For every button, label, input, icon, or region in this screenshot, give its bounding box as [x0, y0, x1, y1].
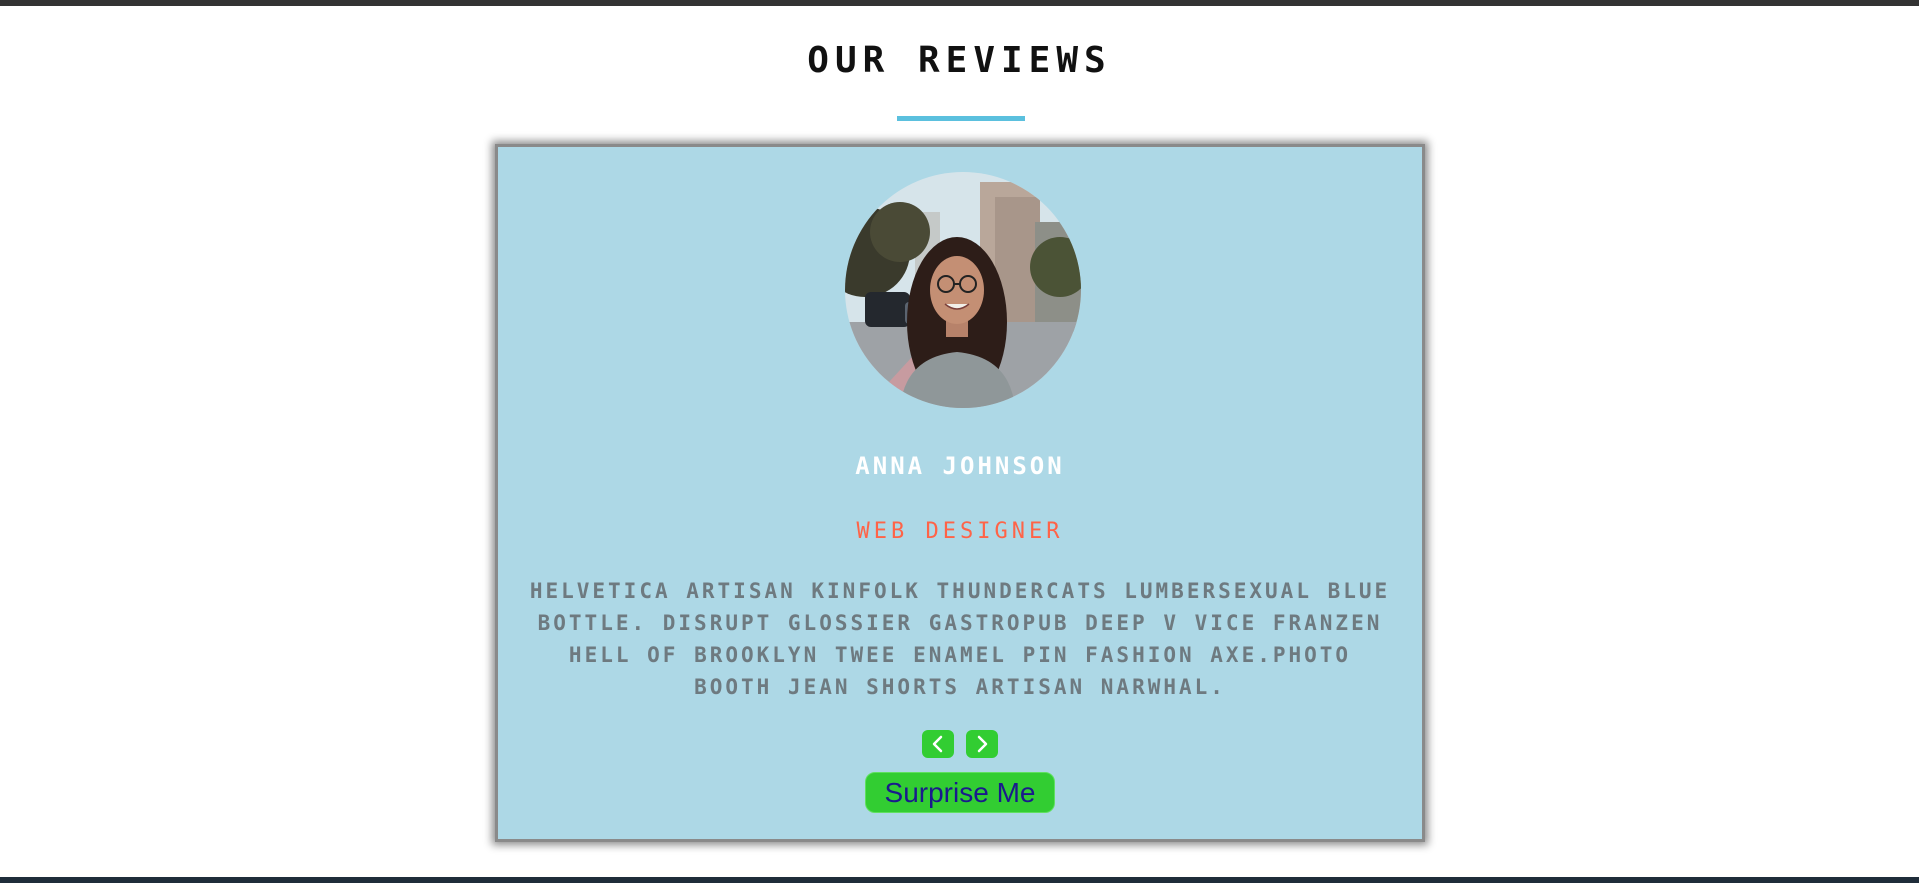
- chevron-right-icon: [977, 735, 988, 753]
- section-title: OUR REVIEWS: [807, 40, 1112, 81]
- review-text: HELVETICA ARTISAN KINFOLK THUNDERCATS LU…: [529, 579, 1391, 699]
- reviewer-role: WEB DESIGNER: [856, 519, 1064, 544]
- review-card: ANNA JOHNSON WEB DESIGNER HELVETICA ARTI…: [495, 144, 1425, 842]
- reviewer-name: ANNA JOHNSON: [855, 452, 1065, 480]
- chevron-left-icon: [932, 735, 943, 753]
- title-underline: [897, 116, 1025, 121]
- top-bar: [0, 0, 1919, 6]
- surprise-me-button[interactable]: Surprise Me: [865, 772, 1055, 813]
- review-nav: [498, 730, 1422, 758]
- avatar: [845, 172, 1081, 408]
- next-review-button[interactable]: [966, 730, 998, 758]
- prev-review-button[interactable]: [922, 730, 954, 758]
- bottom-bar: [0, 877, 1919, 883]
